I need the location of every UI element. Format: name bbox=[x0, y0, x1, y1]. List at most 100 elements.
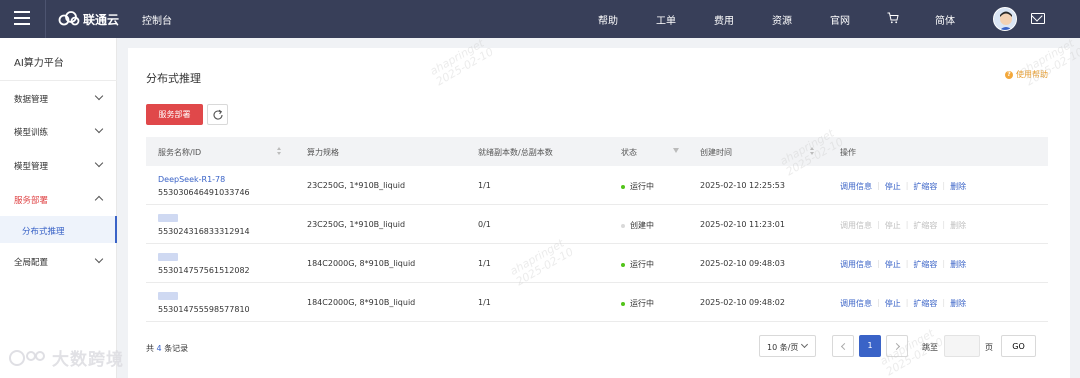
service-id: 553030646491033746 bbox=[158, 188, 250, 197]
delete-link[interactable]: 删除 bbox=[950, 259, 966, 270]
service-name-redacted[interactable] bbox=[158, 253, 178, 261]
topbar-divider bbox=[45, 0, 46, 38]
created-time: 2025-02-10 09:48:02 bbox=[700, 298, 785, 307]
top-bar: 联通云 控制台 帮助 工单 费用 资源 官网 简体 bbox=[0, 0, 1080, 38]
nav-resources[interactable]: 资源 bbox=[772, 12, 792, 27]
refresh-icon bbox=[213, 109, 223, 120]
table-header: 服务名称/ID 算力规格 就绪副本数/总副本数 状态 创建时间 操作 bbox=[146, 137, 1048, 166]
column-header-spec: 算力规格 bbox=[307, 148, 339, 157]
total-suffix: 条记录 bbox=[164, 344, 189, 353]
chevron-down-icon bbox=[94, 91, 104, 101]
cart-icon[interactable] bbox=[887, 12, 899, 24]
nav-official-site[interactable]: 官网 bbox=[830, 12, 850, 27]
column-header-actions: 操作 bbox=[840, 148, 856, 157]
brand-watermark-icon bbox=[9, 349, 45, 366]
deploy-service-button[interactable]: 服务部署 bbox=[146, 104, 203, 125]
call-info-link[interactable]: 调用信息 bbox=[840, 259, 872, 270]
page-size-value: 10 条/页 bbox=[767, 343, 799, 352]
go-button[interactable]: GO bbox=[1001, 335, 1036, 357]
created-time: 2025-02-10 11:23:01 bbox=[700, 220, 785, 229]
page-size-select[interactable]: 10 条/页 bbox=[759, 335, 816, 357]
help-link-label: 使用帮助 bbox=[1016, 70, 1048, 79]
spec-cell: 23C250G, 1*910B_liquid bbox=[307, 220, 406, 229]
status-dot bbox=[621, 262, 625, 267]
stop-link[interactable]: 停止 bbox=[885, 298, 901, 309]
status-dot bbox=[621, 184, 625, 189]
brand-watermark-text: 大数跨境 bbox=[52, 350, 124, 370]
sidebar-item-label: 全局配置 bbox=[14, 258, 49, 268]
chevron-down-icon bbox=[94, 158, 104, 168]
next-page-button[interactable] bbox=[886, 335, 908, 357]
spec-cell: 23C250G, 1*910B_liquid bbox=[307, 181, 406, 190]
table-row: 553014757561512082 184C2000G, 8*910B_liq… bbox=[146, 244, 1048, 283]
call-info-link[interactable]: 调用信息 bbox=[840, 298, 872, 309]
created-time: 2025-02-10 12:25:53 bbox=[700, 181, 785, 190]
scale-link[interactable]: 扩缩容 bbox=[913, 181, 937, 192]
sidebar-item-model-management[interactable]: 模型管理 bbox=[0, 151, 117, 179]
replicas-cell: 0/1 bbox=[478, 220, 491, 229]
delete-link[interactable]: 删除 bbox=[950, 181, 966, 192]
row-actions: 调用信息 | 停止 | 扩缩容 | 删除 bbox=[840, 298, 967, 309]
brand-name: 联通云 bbox=[83, 12, 120, 27]
service-name-redacted[interactable] bbox=[158, 292, 178, 300]
sidebar-item-data-management[interactable]: 数据管理 bbox=[0, 84, 117, 112]
status-text: 创建中 bbox=[630, 221, 654, 230]
sidebar-item-service-deployment[interactable]: 服务部署 bbox=[0, 185, 117, 213]
user-avatar[interactable] bbox=[993, 7, 1017, 31]
service-name-redacted[interactable] bbox=[158, 214, 178, 222]
help-link[interactable]: ? 使用帮助 bbox=[1005, 69, 1048, 80]
console-link[interactable]: 控制台 bbox=[142, 12, 172, 27]
status-badge: 创建中 bbox=[621, 220, 654, 231]
sidebar-subitem-distributed-inference[interactable]: 分布式推理 bbox=[0, 216, 117, 243]
scale-link[interactable]: 扩缩容 bbox=[913, 298, 937, 309]
call-info-link: 调用信息 bbox=[840, 221, 872, 230]
chevron-right-icon bbox=[892, 342, 901, 351]
language-switch[interactable]: 简体 bbox=[935, 12, 955, 27]
status-dot bbox=[621, 223, 625, 228]
status-badge: 运行中 bbox=[621, 181, 654, 192]
main-panel: 分布式推理 ? 使用帮助 服务部署 服务名称/ID 算力规格 就绪副本数/总副本… bbox=[128, 48, 1070, 378]
service-name-link[interactable]: DeepSeek-R1-78 bbox=[158, 175, 225, 184]
stop-link[interactable]: 停止 bbox=[885, 181, 901, 192]
sidebar-item-model-training[interactable]: 模型训练 bbox=[0, 117, 117, 145]
delete-link[interactable]: 删除 bbox=[950, 298, 966, 309]
sidebar-item-label: 数据管理 bbox=[14, 95, 49, 105]
nav-help[interactable]: 帮助 bbox=[598, 12, 618, 27]
nav-ticket[interactable]: 工单 bbox=[656, 12, 676, 27]
page-number-current[interactable]: 1 bbox=[859, 335, 881, 357]
jump-page-input[interactable] bbox=[944, 335, 980, 357]
status-badge: 运行中 bbox=[621, 259, 654, 270]
question-icon: ? bbox=[1005, 70, 1013, 79]
stop-link[interactable]: 停止 bbox=[885, 259, 901, 270]
sidebar-divider bbox=[0, 80, 117, 81]
active-indicator bbox=[115, 216, 117, 243]
column-header-replicas: 就绪副本数/总副本数 bbox=[478, 148, 553, 157]
replicas-cell: 1/1 bbox=[478, 181, 491, 190]
column-header-name: 服务名称/ID bbox=[158, 148, 202, 157]
service-id: 553014755598577810 bbox=[158, 305, 250, 314]
prev-page-button[interactable] bbox=[832, 335, 854, 357]
brand-watermark: 大数跨境 bbox=[8, 345, 124, 370]
chevron-left-icon bbox=[840, 342, 849, 351]
filter-icon[interactable] bbox=[673, 148, 679, 153]
call-info-link[interactable]: 调用信息 bbox=[840, 181, 872, 192]
jump-label: 跳至 bbox=[922, 343, 938, 352]
refresh-button[interactable] bbox=[207, 104, 228, 125]
chevron-down-icon bbox=[94, 124, 104, 134]
sidebar-item-label: 服务部署 bbox=[14, 196, 49, 206]
column-header-created: 创建时间 bbox=[700, 148, 732, 157]
nav-billing[interactable]: 费用 bbox=[714, 12, 734, 27]
table-row: DeepSeek-R1-78 553030646491033746 23C250… bbox=[146, 166, 1048, 205]
scale-link[interactable]: 扩缩容 bbox=[913, 259, 937, 270]
sidebar-item-label: 模型训练 bbox=[14, 128, 49, 138]
avatar-face-icon bbox=[994, 8, 1016, 30]
total-records: 共 4 条记录 bbox=[146, 343, 188, 354]
sort-icon[interactable] bbox=[810, 147, 815, 156]
row-actions: 调用信息 | 停止 | 扩缩容 | 删除 bbox=[840, 220, 967, 230]
sidebar-item-global-config[interactable]: 全局配置 bbox=[0, 247, 117, 275]
hamburger-menu-icon[interactable] bbox=[14, 11, 30, 25]
sort-icon[interactable] bbox=[277, 147, 282, 156]
brand-logo[interactable]: 联通云 bbox=[58, 10, 119, 28]
mail-icon[interactable] bbox=[1031, 13, 1045, 24]
spec-cell: 184C2000G, 8*910B_liquid bbox=[307, 298, 416, 307]
